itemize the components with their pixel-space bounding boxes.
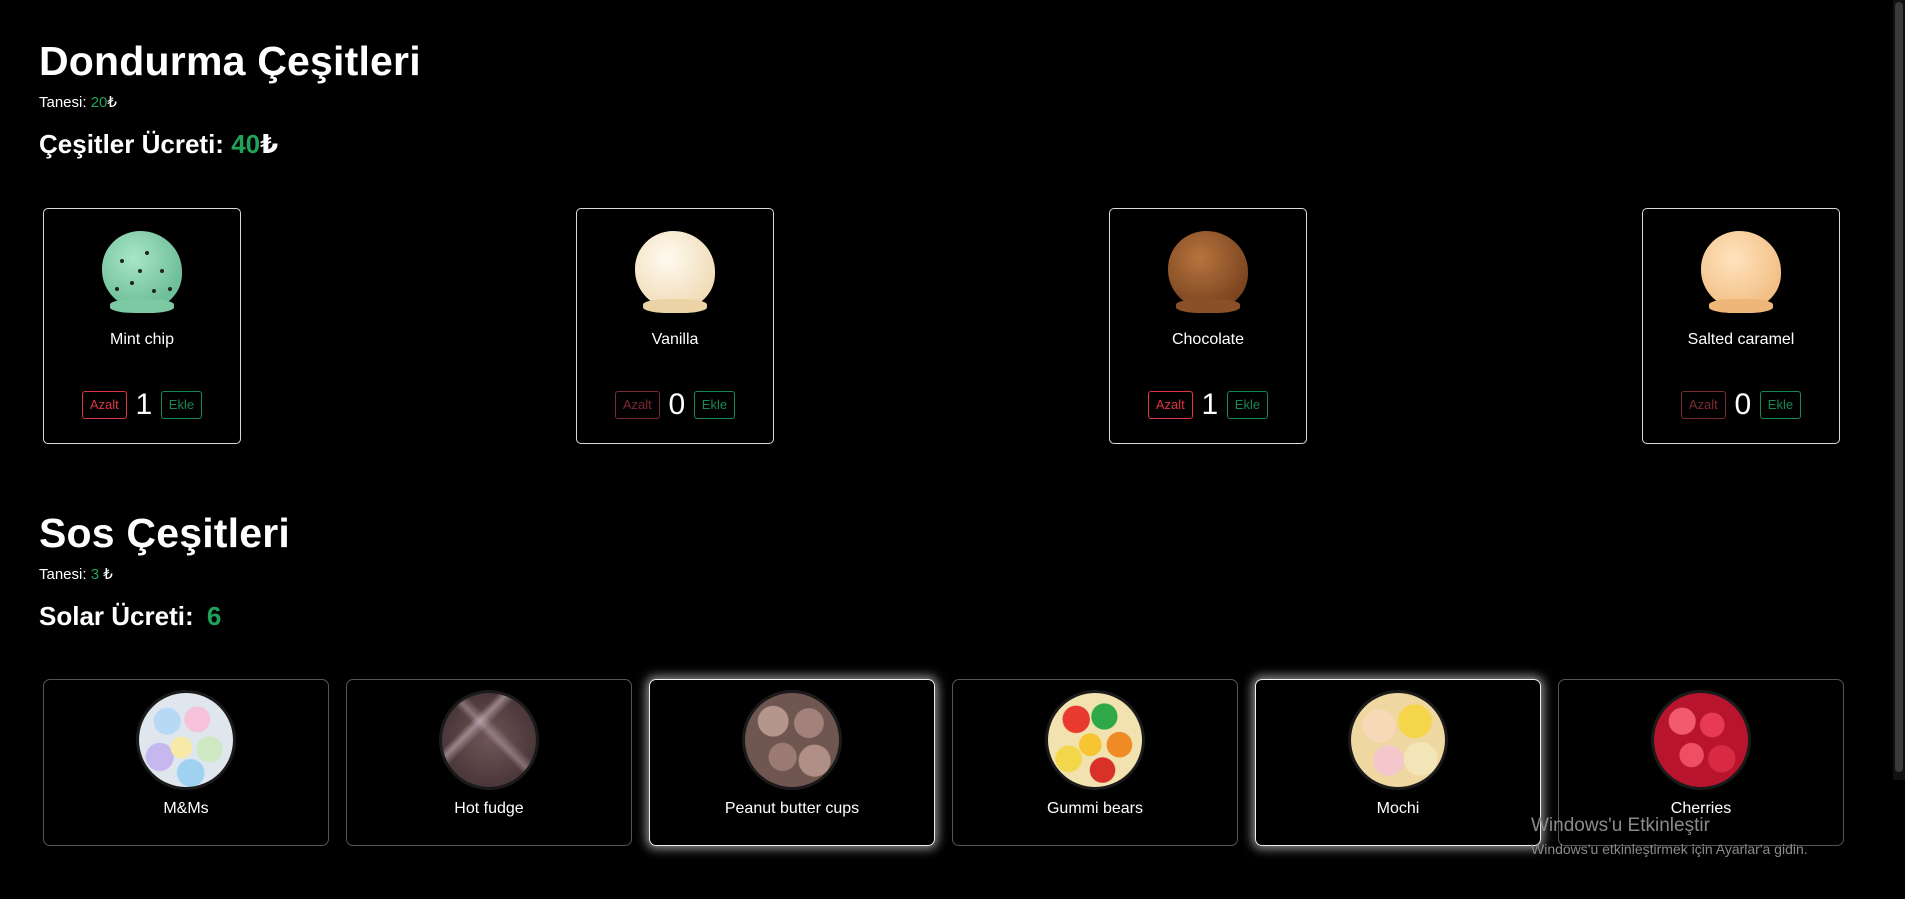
cherries-image [1654, 693, 1748, 787]
gummi-bears-image [1048, 693, 1142, 787]
sauce-total: Solar Ücreti: 6 [39, 601, 1845, 632]
quantity-value: 1 [135, 388, 153, 421]
sauce-unit-currency: ₺ [103, 566, 113, 583]
sauce-card-mochi[interactable]: Mochi [1255, 679, 1541, 846]
salted-caramel-scoop-image [1701, 231, 1781, 313]
icecream-card-chocolate: Chocolate Azalt 1 Ekle [1109, 208, 1307, 444]
icecream-unit-currency: ₺ [107, 94, 117, 111]
vanilla-scoop-image [635, 231, 715, 313]
icecream-card-vanilla: Vanilla Azalt 0 Ekle [576, 208, 774, 444]
icecream-name: Salted caramel [1687, 331, 1795, 348]
add-button[interactable]: Ekle [693, 391, 736, 419]
sauce-card-peanut-butter-cups[interactable]: Peanut butter cups [649, 679, 935, 846]
peanut-butter-cups-image [745, 693, 839, 787]
icecream-unit-label: Tanesi: [39, 94, 87, 111]
icecream-controls: Azalt 0 Ekle [577, 388, 773, 422]
icecream-card-mint-chip: Mint chip Azalt 1 Ekle [43, 208, 241, 444]
icecream-unit-price: Tanesi: 20₺ [39, 93, 1845, 111]
add-button[interactable]: Ekle [160, 391, 203, 419]
quantity-value: 0 [1734, 388, 1752, 421]
sauce-name: Hot fudge [454, 800, 524, 817]
sauce-name: M&Ms [163, 800, 209, 817]
icecream-name: Mint chip [109, 331, 175, 348]
mochi-image [1351, 693, 1445, 787]
sauce-card-gummi-bears[interactable]: Gummi bears [952, 679, 1238, 846]
watermark-subtitle: Windows'u etkinleştirmek için Ayarlar'a … [1531, 841, 1808, 857]
sauce-unit-price: Tanesi: 3 ₺ [39, 565, 1845, 583]
vertical-scrollbar[interactable] [1893, 0, 1905, 780]
decrease-button[interactable]: Azalt [1680, 391, 1726, 419]
mint-chip-scoop-image [102, 231, 182, 313]
icecream-total-currency: ₺ [260, 129, 279, 159]
sauce-unit-label: Tanesi: [39, 566, 87, 583]
icecream-name: Chocolate [1171, 331, 1245, 348]
icecream-list: Mint chip Azalt 1 Ekle Vanilla Azalt 0 E… [43, 208, 1843, 446]
scrollbar-thumb[interactable] [1895, 2, 1903, 772]
icecream-name: Vanilla [651, 331, 699, 348]
sauce-card-hot-fudge[interactable]: Hot fudge [346, 679, 632, 846]
chocolate-scoop-image [1168, 231, 1248, 313]
mms-image [139, 693, 233, 787]
sauce-card-mms[interactable]: M&Ms [43, 679, 329, 846]
windows-activation-watermark: Windows'u Etkinleştir Windows'u etkinleş… [1531, 815, 1808, 857]
add-button[interactable]: Ekle [1226, 391, 1269, 419]
sauce-total-label: Solar Ücreti: [39, 601, 194, 631]
icecream-controls: Azalt 1 Ekle [44, 388, 240, 422]
icecream-card-salted-caramel: Salted caramel Azalt 0 Ekle [1642, 208, 1840, 444]
icecream-unit-value: 20 [90, 94, 108, 111]
watermark-title: Windows'u Etkinleştir [1531, 815, 1710, 836]
icecream-total: Çeşitler Ücreti: 40₺ [39, 129, 1845, 160]
add-button[interactable]: Ekle [1759, 391, 1802, 419]
sauce-total-value: 6 [206, 601, 222, 631]
quantity-value: 1 [1201, 388, 1219, 421]
hot-fudge-image [442, 693, 536, 787]
sauce-section: Sos Çeşitleri Tanesi: 3 ₺ Solar Ücreti: … [39, 510, 1845, 632]
icecream-title: Dondurma Çeşitleri [39, 38, 421, 84]
sauce-name: Gummi bears [1046, 800, 1144, 817]
decrease-button[interactable]: Azalt [81, 391, 127, 419]
sauce-name: Mochi [1376, 800, 1420, 817]
icecream-total-label: Çeşitler Ücreti: [39, 129, 224, 159]
icecream-controls: Azalt 0 Ekle [1643, 388, 1839, 422]
sauce-name: Peanut butter cups [724, 800, 860, 817]
decrease-button[interactable]: Azalt [614, 391, 660, 419]
icecream-section: Dondurma Çeşitleri Tanesi: 20₺ Çeşitler … [39, 38, 1845, 160]
decrease-button[interactable]: Azalt [1147, 391, 1193, 419]
icecream-total-value: 40 [231, 129, 261, 159]
icecream-controls: Azalt 1 Ekle [1110, 388, 1306, 422]
sauce-title: Sos Çeşitleri [39, 510, 290, 556]
quantity-value: 0 [668, 388, 686, 421]
sauce-unit-value: 3 [90, 566, 100, 583]
